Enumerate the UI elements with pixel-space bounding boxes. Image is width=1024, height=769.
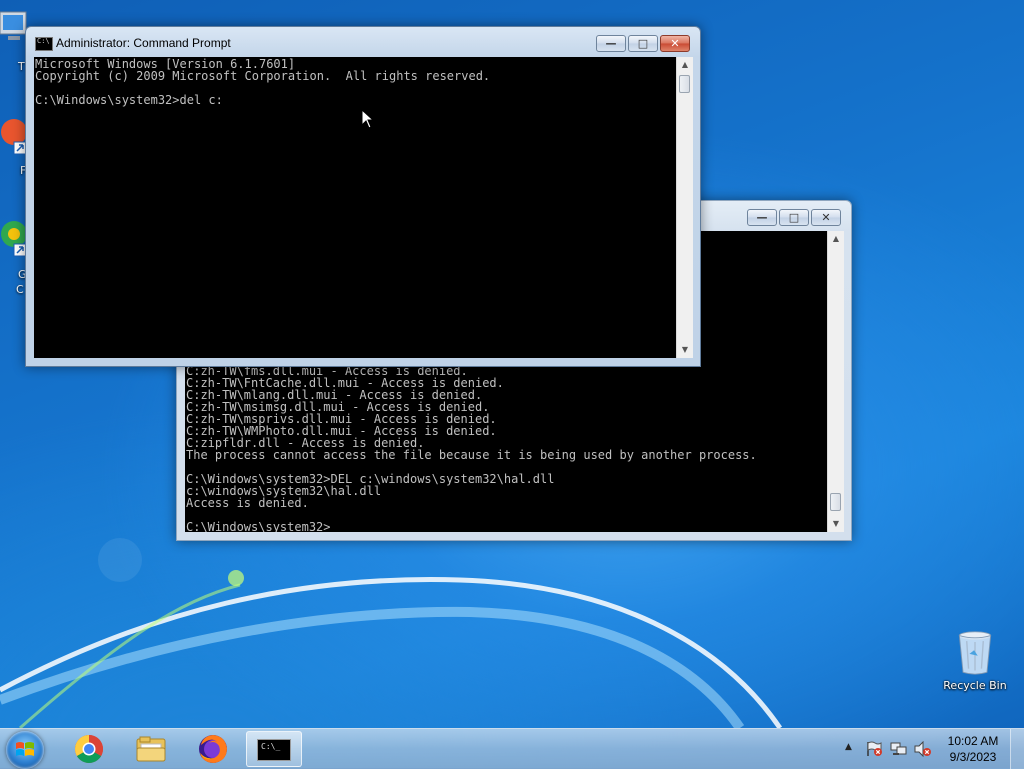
minimize-button[interactable]: — — [747, 209, 777, 226]
volume-muted-icon[interactable] — [914, 741, 932, 757]
windows-logo-icon — [16, 742, 34, 756]
console-text: C:zh-TW\fms.dll.mui - Access is denied. … — [186, 364, 757, 532]
network-icon[interactable] — [890, 741, 908, 757]
vertical-scrollbar[interactable]: ▲ ▼ — [827, 231, 844, 532]
console-output[interactable]: Microsoft Windows [Version 6.1.7601] Cop… — [34, 57, 676, 358]
start-button[interactable] — [6, 731, 44, 769]
console-text: Microsoft Windows [Version 6.1.7601] Cop… — [35, 57, 491, 107]
maximize-button[interactable]: □ — [779, 209, 809, 226]
show-desktop-button[interactable] — [1010, 729, 1024, 769]
chrome-icon — [75, 735, 103, 763]
close-button[interactable]: ✕ — [811, 209, 841, 226]
taskbar-explorer-button[interactable] — [123, 731, 179, 767]
system-clock[interactable]: 10:02 AM 9/3/2023 — [938, 733, 1008, 765]
recycle-bin-icon — [958, 631, 992, 675]
folder-icon — [136, 736, 166, 762]
maximize-icon: □ — [788, 211, 800, 224]
taskbar-cmd-button[interactable]: C:\_ — [246, 731, 302, 767]
clock-time: 10:02 AM — [947, 734, 999, 748]
scroll-thumb[interactable] — [830, 493, 841, 511]
tray-overflow-button[interactable]: ▲ — [845, 742, 852, 752]
taskbar-chrome-button[interactable] — [61, 731, 117, 767]
cmd-window-foreground[interactable]: C:\ Administrator: Command Prompt — □ ✕ … — [25, 26, 701, 367]
firefox-icon — [199, 735, 227, 763]
desktop-icon-app[interactable] — [0, 220, 28, 264]
desktop-icon-label: C — [16, 283, 24, 296]
recycle-bin[interactable]: Recycle Bin — [940, 630, 1010, 692]
desktop-icon-computer[interactable] — [0, 10, 28, 48]
desktop-icon-app[interactable] — [0, 118, 28, 162]
minimize-button[interactable]: — — [596, 35, 626, 52]
clock-date: 9/3/2023 — [949, 750, 997, 764]
title-bar[interactable]: C:\ Administrator: Command Prompt — □ ✕ — [26, 27, 700, 57]
vertical-scrollbar[interactable]: ▲ ▼ — [676, 57, 693, 358]
taskbar-firefox-button[interactable] — [185, 731, 241, 767]
cmd-icon: C:\ — [35, 37, 53, 51]
minimize-icon: — — [756, 211, 768, 224]
scroll-thumb[interactable] — [679, 75, 690, 93]
mouse-cursor-icon — [361, 109, 375, 129]
close-icon: ✕ — [821, 211, 831, 224]
desktop-icon-label: T — [18, 60, 25, 73]
scroll-up-arrow-icon[interactable]: ▲ — [828, 231, 844, 247]
scroll-up-arrow-icon[interactable]: ▲ — [677, 57, 693, 73]
minimize-icon: — — [605, 37, 617, 50]
close-icon: ✕ — [670, 37, 680, 50]
taskbar: C:\_ ▲ 10:02 AM 9/3/2023 — [0, 728, 1024, 769]
window-title: Administrator: Command Prompt — [56, 36, 231, 50]
close-button[interactable]: ✕ — [660, 35, 690, 52]
scroll-down-arrow-icon[interactable]: ▼ — [677, 342, 693, 358]
cmd-icon: C:\_ — [257, 739, 291, 761]
scroll-down-arrow-icon[interactable]: ▼ — [828, 516, 844, 532]
recycle-bin-label: Recycle Bin — [943, 679, 1007, 692]
maximize-button[interactable]: □ — [628, 35, 658, 52]
maximize-icon: □ — [637, 37, 649, 50]
action-center-flag-icon[interactable] — [866, 741, 884, 757]
